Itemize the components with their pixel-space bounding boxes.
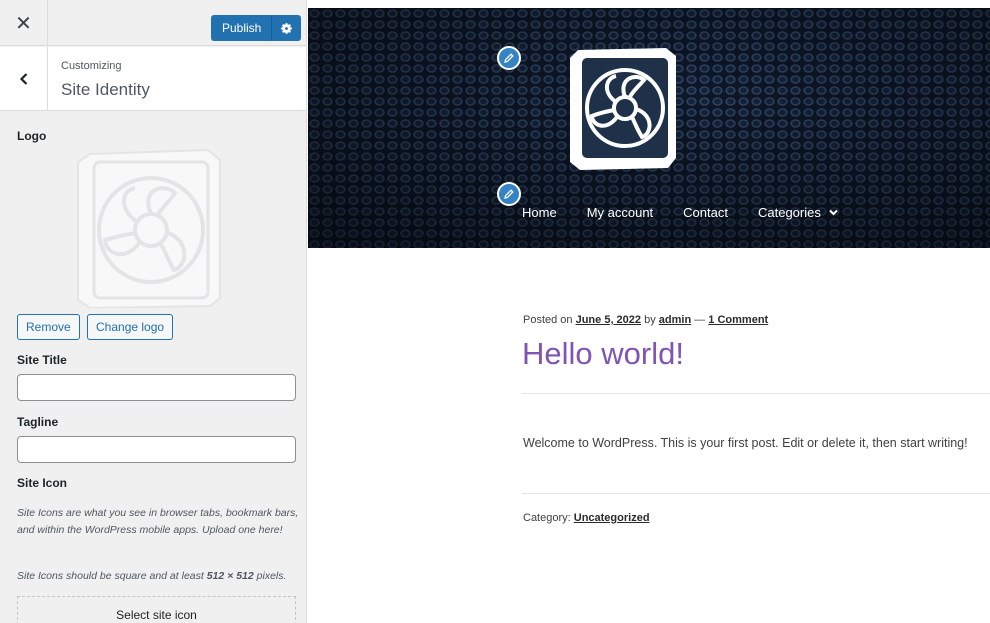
change-logo-button[interactable]: Change logo [87,314,174,340]
site-icon-description: Site Icons are what you see in browser t… [17,507,299,536]
close-customizer-button[interactable]: ✕ [0,0,48,46]
divider [522,393,990,394]
category-link[interactable]: Uncategorized [574,512,650,524]
post-content: Welcome to WordPress. This is your first… [523,436,968,450]
post-title[interactable]: Hello world! [522,336,684,372]
publish-button-group: Publish [211,15,302,41]
by-label: by [641,314,659,326]
chevron-left-icon [19,72,27,85]
section-header: Customizing Site Identity [0,47,306,111]
size-note-suffix: pixels. [253,570,287,582]
tagline-input[interactable] [17,436,296,463]
back-button[interactable] [0,47,48,110]
post-category: Category: Uncategorized [523,512,650,524]
size-note-value: 512 × 512 [206,570,254,582]
site-preview: Home My account Contact Categories Poste… [308,0,990,623]
meta-separator: — [691,314,709,326]
publish-button[interactable]: Publish [211,15,273,41]
site-icon-label: Site Icon [17,476,68,490]
section-title: Site Identity [61,80,150,99]
pencil-icon [504,189,514,199]
remove-logo-button[interactable]: Remove [17,314,80,340]
select-site-icon-button[interactable]: Select site icon [17,596,296,623]
size-note-prefix: Site Icons should be square and at least [17,570,207,582]
close-icon: ✕ [15,12,32,35]
category-label: Category: [523,512,574,524]
header-hero-image: Home My account Contact Categories [308,8,990,248]
breadcrumb: Customizing [61,60,122,72]
edit-menu-shortcut[interactable] [497,182,521,206]
customizer-sidebar: ✕ Publish Customizing Site Identity Logo [0,0,307,623]
site-icon-size-note: Site Icons should be square and at least… [17,568,299,585]
fan-logo-icon [77,148,221,308]
logo-label: Logo [17,129,47,143]
nav-item-home[interactable]: Home [522,205,557,220]
post-date-link[interactable]: June 5, 2022 [576,314,641,326]
nav-item-my-account[interactable]: My account [587,205,653,220]
primary-navigation: Home My account Contact Categories [522,205,868,220]
site-title-input[interactable] [17,374,296,401]
site-title-label: Site Title [17,353,67,367]
post-meta: Posted on June 5, 2022 by admin — 1 Comm… [523,314,768,326]
post-author-link[interactable]: admin [659,314,691,326]
fan-logo-icon[interactable] [566,46,681,171]
posted-on-label: Posted on [523,314,576,326]
chevron-down-icon [829,209,838,216]
nav-item-contact[interactable]: Contact [683,205,728,220]
gear-icon [281,22,293,34]
nav-item-categories-label: Categories [757,205,821,220]
post-comments-link[interactable]: 1 Comment [708,314,768,326]
publish-settings-button[interactable] [272,15,301,41]
edit-logo-shortcut[interactable] [497,46,521,70]
nav-item-categories[interactable]: Categories [758,205,838,220]
divider [522,493,990,494]
pencil-icon [504,53,514,63]
tagline-label: Tagline [17,415,59,429]
customizer-header: ✕ Publish [0,0,306,46]
